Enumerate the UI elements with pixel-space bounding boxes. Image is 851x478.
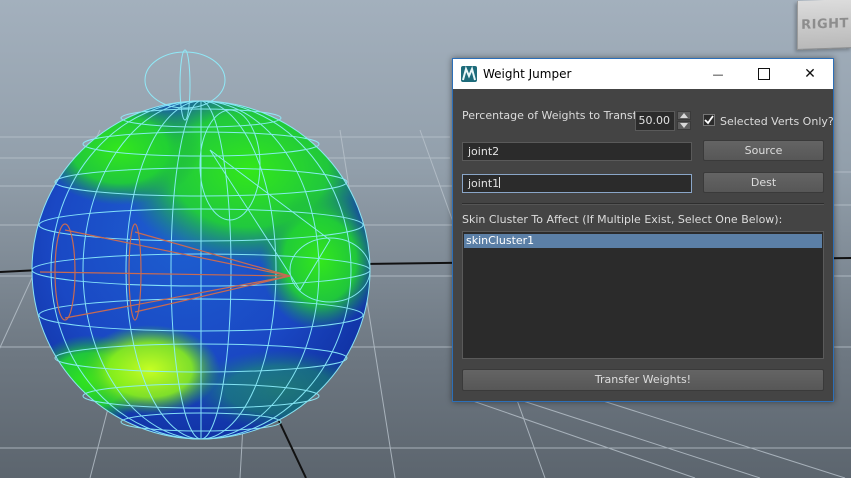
close-icon: ✕ [804, 66, 816, 82]
dest-button[interactable]: Dest [703, 172, 824, 193]
text-caret [499, 177, 501, 188]
separator [462, 203, 824, 205]
source-button[interactable]: Source [703, 140, 824, 161]
spin-up-button[interactable] [677, 111, 691, 120]
skin-cluster-label: Skin Cluster To Affect (If Multiple Exis… [462, 213, 783, 226]
view-cube[interactable]: RIGHT [797, 0, 851, 50]
list-item[interactable]: skinCluster1 [464, 234, 822, 248]
close-button[interactable]: ✕ [787, 59, 833, 89]
weight-jumper-dialog: Weight Jumper — ✕ Percentage of Weights … [452, 58, 834, 402]
spin-down-button[interactable] [677, 121, 691, 130]
skin-cluster-list[interactable]: skinCluster1 [462, 231, 824, 359]
minimize-button[interactable]: — [695, 59, 741, 89]
dest-joint-value: joint1 [468, 177, 500, 190]
source-joint-field[interactable]: joint2 [462, 142, 692, 161]
window-title: Weight Jumper [483, 67, 572, 81]
title-bar[interactable]: Weight Jumper — ✕ [453, 59, 833, 89]
maya-app-icon [461, 66, 477, 82]
selected-verts-checkbox[interactable] [703, 114, 715, 126]
transfer-weights-button[interactable]: Transfer Weights! [462, 369, 824, 391]
arrow-down-icon [680, 123, 688, 128]
dest-joint-field[interactable]: joint1 [462, 174, 692, 193]
arrow-up-icon [680, 113, 688, 118]
maximize-icon [758, 68, 770, 80]
view-cube-label: RIGHT [801, 15, 849, 33]
maximize-button[interactable] [741, 59, 787, 89]
percentage-label: Percentage of Weights to Transfer [462, 109, 648, 122]
selected-verts-label: Selected Verts Only? [720, 115, 834, 128]
percentage-spinbox[interactable]: 50.00 [635, 111, 675, 131]
minimize-icon: — [712, 67, 724, 81]
checkmark-icon [704, 115, 714, 125]
